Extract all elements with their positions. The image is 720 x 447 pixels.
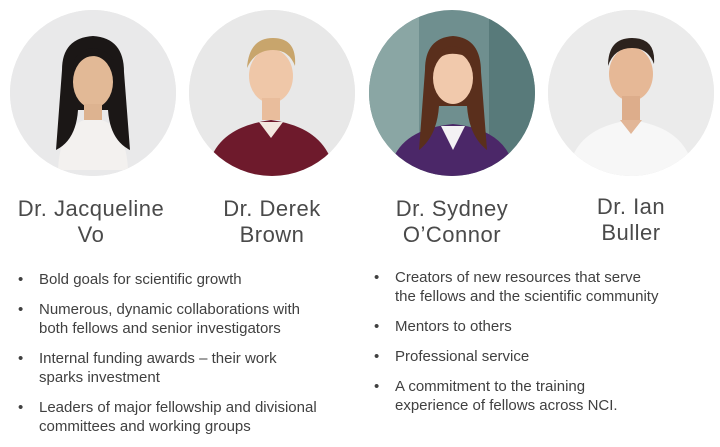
list-item: Internal funding awards – their work spa… xyxy=(18,349,358,387)
portrait-derek-brown xyxy=(189,10,355,176)
portrait-ian-buller xyxy=(548,10,714,176)
name-line-1: Dr. Jacqueline xyxy=(17,196,165,221)
person-name: Dr. Ian Buller xyxy=(542,194,720,246)
bullet-line: Professional service xyxy=(395,348,530,365)
name-line-2: Vo xyxy=(77,222,105,247)
name-line-2: O’Connor xyxy=(402,222,502,247)
portrait-sydney-oconnor xyxy=(369,10,535,176)
portrait-jacqueline-vo xyxy=(10,10,176,176)
person-name: Dr. Sydney O’Connor xyxy=(362,196,542,248)
bullet-line: Creators of new resources that serve xyxy=(395,269,641,286)
bullet-line: Internal funding awards – their work xyxy=(39,350,277,367)
bullet-line: both fellows and senior investigators xyxy=(39,320,281,337)
bullet-line: Mentors to others xyxy=(395,318,512,335)
bullet-line: Leaders of major fellowship and division… xyxy=(39,399,317,416)
bullet-line: experience of fellows across NCI. xyxy=(395,397,618,414)
bullet-line: Bold goals for scientific growth xyxy=(39,271,242,288)
person-name: Dr. Derek Brown xyxy=(182,196,362,248)
name-line-1: Dr. Ian xyxy=(596,194,666,219)
list-item: Creators of new resources that serve the… xyxy=(374,268,714,306)
list-item: Professional service xyxy=(374,347,714,366)
left-bullet-list: Bold goals for scientific growth Numerou… xyxy=(18,270,358,447)
list-item: Numerous, dynamic collaborations with bo… xyxy=(18,300,358,338)
name-line-1: Dr. Derek xyxy=(223,196,321,221)
list-item: A commitment to the training experience … xyxy=(374,377,714,415)
name-line-1: Dr. Sydney xyxy=(395,196,509,221)
name-line-2: Buller xyxy=(601,220,661,245)
bullet-line: sparks investment xyxy=(39,369,160,386)
list-item: Bold goals for scientific growth xyxy=(18,270,358,289)
bullet-line: committees and working groups xyxy=(39,418,251,435)
right-bullet-list: Creators of new resources that serve the… xyxy=(374,268,714,426)
list-item: Leaders of major fellowship and division… xyxy=(18,398,358,436)
bullet-line: Numerous, dynamic collaborations with xyxy=(39,301,300,318)
name-line-2: Brown xyxy=(239,222,305,247)
bullet-line: A commitment to the training xyxy=(395,378,586,395)
bullet-line: the fellows and the scientific community xyxy=(395,288,659,305)
person-name: Dr. Jacqueline Vo xyxy=(0,196,182,248)
list-item: Mentors to others xyxy=(374,317,714,336)
